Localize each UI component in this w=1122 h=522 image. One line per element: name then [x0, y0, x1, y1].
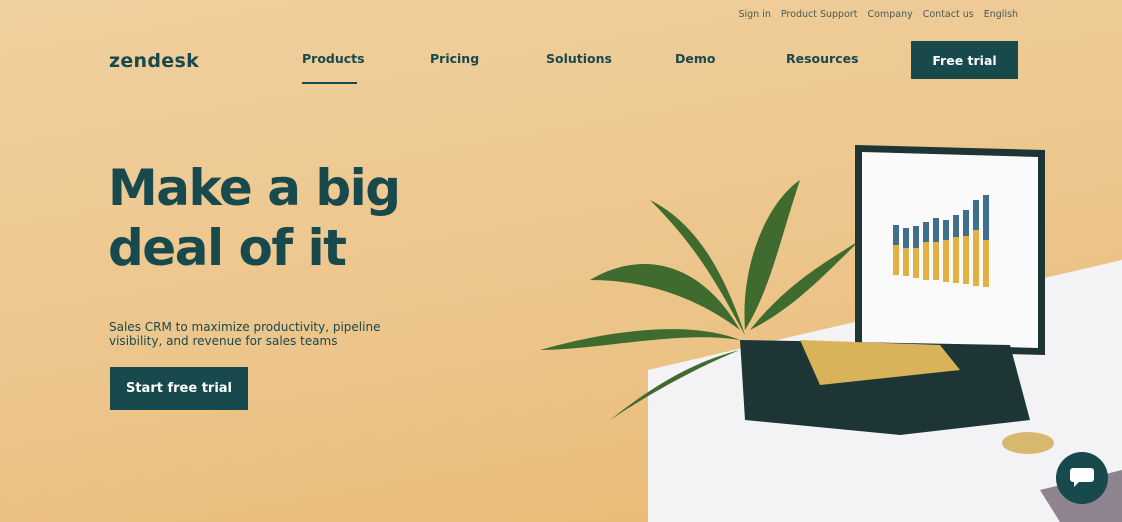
logo[interactable]: zendesk — [109, 50, 199, 72]
nav-solutions[interactable]: Solutions — [546, 51, 612, 66]
utility-nav: Sign in Product Support Company Contact … — [738, 9, 1018, 20]
chat-bubble-icon — [1070, 468, 1094, 487]
chat-button[interactable] — [1056, 452, 1108, 504]
free-trial-button[interactable]: Free trial — [911, 41, 1018, 79]
language-link[interactable]: English — [984, 9, 1018, 20]
hero-title-line1: Make a big — [108, 159, 401, 217]
nav-demo[interactable]: Demo — [675, 51, 715, 66]
active-nav-underline — [302, 82, 357, 84]
product-support-link[interactable]: Product Support — [781, 9, 858, 20]
hero-title: Make a big deal of it — [108, 158, 401, 278]
page: Sign in Product Support Company Contact … — [0, 0, 1122, 522]
start-free-trial-button[interactable]: Start free trial — [110, 367, 248, 410]
contact-us-link[interactable]: Contact us — [923, 9, 974, 20]
nav-products[interactable]: Products — [302, 51, 365, 66]
hero-subtitle: Sales CRM to maximize productivity, pipe… — [109, 320, 381, 348]
nav-resources[interactable]: Resources — [786, 51, 859, 66]
nav-pricing[interactable]: Pricing — [430, 51, 479, 66]
mouse — [1002, 432, 1054, 454]
company-link[interactable]: Company — [868, 9, 913, 20]
sign-in-link[interactable]: Sign in — [738, 9, 770, 20]
hero-title-line2: deal of it — [108, 219, 347, 277]
laptop-screen — [862, 152, 1038, 348]
